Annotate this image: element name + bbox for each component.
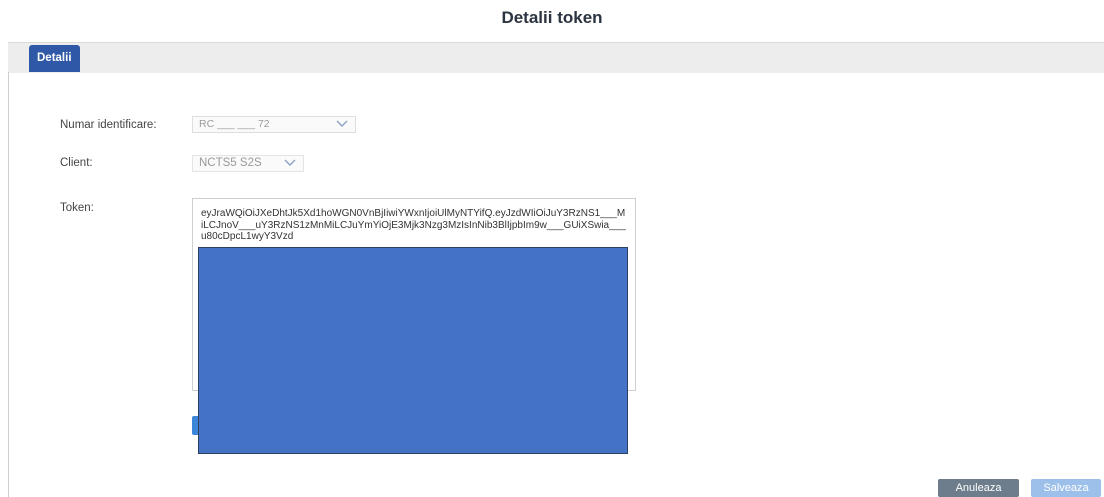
client-label: Client: — [60, 157, 93, 169]
tab-bar — [8, 42, 1104, 73]
save-button[interactable]: Salveaza — [1031, 479, 1101, 497]
chevron-down-icon — [284, 159, 296, 166]
identifier-label: Numar identificare: — [60, 119, 157, 131]
identifier-value: RC ___ ___ 72 — [199, 118, 270, 130]
cancel-button[interactable]: Anuleaza — [938, 479, 1019, 497]
dialog-title: Detalii token — [501, 8, 603, 27]
redaction-overlay — [198, 247, 628, 454]
token-label: Token: — [60, 202, 94, 214]
tab-detalii[interactable]: Detalii — [29, 45, 80, 72]
content-left-border — [8, 72, 9, 497]
identifier-select[interactable]: RC ___ ___ 72 — [192, 116, 356, 133]
client-value: NCTS5 S2S — [199, 157, 262, 169]
chevron-down-icon — [336, 120, 348, 127]
client-select[interactable]: NCTS5 S2S — [192, 155, 304, 172]
